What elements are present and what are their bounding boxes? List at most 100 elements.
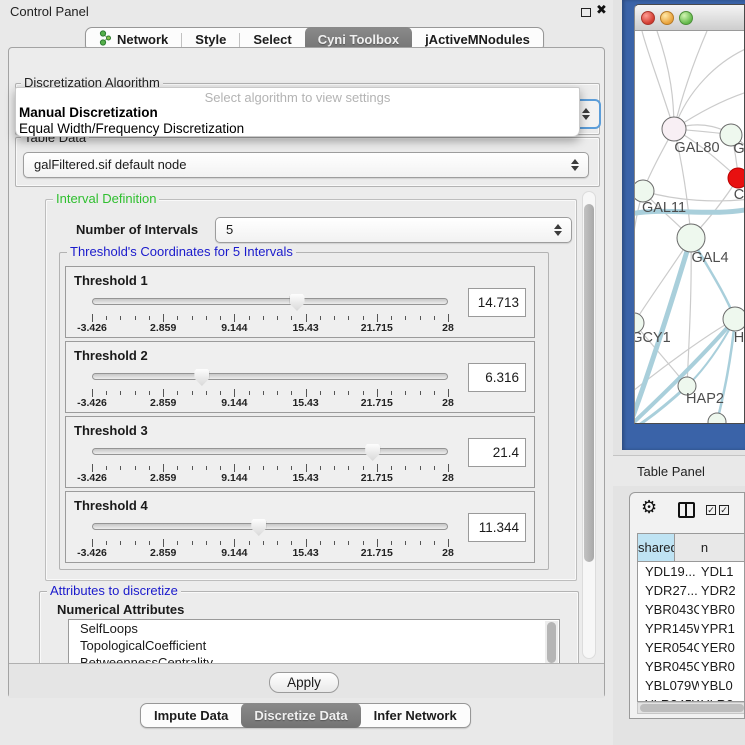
dropdown-option-manual[interactable]: Manual Discretization [16, 105, 579, 121]
table-cell: YLR3 [699, 695, 745, 702]
table-cell: YPR145W [638, 619, 699, 638]
tab-impute-data[interactable]: Impute Data [141, 703, 241, 728]
table-rows: YDL19...YDL1YDR27...YDR2YBR043CYBR0YPR14… [638, 562, 745, 702]
column-header-shared-name[interactable]: shared... [638, 534, 675, 561]
tab-discretize-data[interactable]: Discretize Data [241, 703, 360, 728]
attribute-item[interactable]: TopologicalCoefficient [69, 637, 559, 654]
attribute-item[interactable]: SelfLoops [69, 620, 559, 637]
tab-label: Infer Network [374, 708, 457, 723]
close-traffic-light-icon[interactable] [641, 11, 655, 25]
interval-groupbox: Number of Intervals 5 Threshold's Coordi… [45, 199, 577, 581]
scrollbar-thumb[interactable] [547, 622, 556, 663]
table-cell: YER054C [638, 638, 699, 657]
slider-scale-labels: -3.4262.8599.14415.4321.71528 [92, 547, 448, 559]
scrollbar-thumb[interactable] [584, 204, 594, 562]
node-label: GAL80 [674, 140, 719, 156]
network-node[interactable] [677, 224, 705, 252]
settings-scrollbar[interactable] [582, 191, 596, 659]
minimize-traffic-light-icon[interactable] [660, 11, 674, 25]
network-node[interactable] [662, 117, 686, 141]
dropdown-placeholder: Select algorithm to view settings [16, 88, 579, 105]
attribute-item[interactable]: BetweennessCentrality [69, 654, 559, 663]
table-row[interactable]: YBR045CYBR0 [638, 657, 745, 676]
apply-button[interactable]: Apply [269, 672, 339, 693]
float-icon[interactable] [581, 8, 591, 17]
columns-icon[interactable] [678, 502, 695, 518]
number-of-intervals-label: Number of Intervals [76, 222, 198, 237]
cyni-toolbox-panel: Discretization Algorithm Select algorith… [8, 47, 605, 698]
node-label: G. [733, 141, 745, 157]
threshold-label: Threshold 4 [74, 498, 148, 513]
slider-thumb[interactable] [194, 369, 209, 386]
stepper-icon [571, 159, 579, 171]
threshold-value-field[interactable]: 6.316 [468, 363, 526, 392]
table-row[interactable]: YER054CYER0 [638, 638, 745, 657]
network-node[interactable] [723, 307, 745, 331]
gear-icon[interactable]: ⚙ [641, 497, 657, 518]
threshold-label: Threshold 1 [74, 273, 148, 288]
scrollbar-thumb[interactable] [640, 704, 744, 712]
table-row[interactable]: YLR345WYLR3 [638, 695, 745, 702]
slider-ticks [92, 539, 448, 547]
table-cell: YBL0 [699, 676, 745, 695]
network-node[interactable] [728, 168, 745, 188]
table-cell: YDR2 [699, 581, 745, 600]
table-row[interactable]: YBL079WYBL0 [638, 676, 745, 695]
table-cell: YPR1 [699, 619, 745, 638]
threshold-label: Threshold 2 [74, 348, 148, 363]
network-node[interactable] [708, 413, 726, 424]
network-canvas[interactable]: GAL80G.CGAL11GAL4GCY1HHAP2 [635, 31, 745, 424]
close-icon[interactable]: ✖ [596, 2, 607, 18]
network-window-titlebar[interactable] [635, 5, 745, 31]
cyni-mode-tab-bar: Impute Data Discretize Data Infer Networ… [140, 703, 471, 728]
numerical-attributes-list[interactable]: SelfLoopsTopologicalCoefficientBetweenne… [68, 619, 560, 663]
checkbox-icon[interactable]: ✓ [706, 505, 716, 515]
algorithm-dropdown-popup: Select algorithm to view settings Manual… [15, 87, 580, 137]
dropdown-option-equal-width[interactable]: Equal Width/Frequency Discretization [16, 121, 579, 137]
zoom-traffic-light-icon[interactable] [679, 11, 693, 25]
table-cell: YBR0 [699, 600, 745, 619]
slider-track[interactable] [92, 373, 448, 380]
threshold-value-field[interactable]: 11.344 [468, 513, 526, 542]
threshold-value-field[interactable]: 14.713 [468, 288, 526, 317]
threshold-value-field[interactable]: 21.4 [468, 438, 526, 467]
network-nodes: GAL80G.CGAL11GAL4GCY1HHAP2 [635, 117, 745, 424]
table-row[interactable]: YDR27...YDR2 [638, 581, 745, 600]
table-row[interactable]: YBR043CYBR0 [638, 600, 745, 619]
tab-label: Network [117, 32, 168, 47]
slider-thumb[interactable] [290, 294, 305, 311]
node-label: HAP2 [686, 391, 724, 407]
table-cell: YBR0 [699, 657, 745, 676]
checkbox-icon[interactable]: ✓ [719, 505, 729, 515]
control-panel: Control Panel ✖ Network Style Select Cyn… [0, 0, 613, 745]
slider-track[interactable] [92, 298, 448, 305]
number-of-intervals-combobox[interactable]: 5 [215, 217, 572, 243]
table-data-combobox[interactable]: galFiltered.sif default node [23, 152, 589, 178]
tab-label: Discretize Data [254, 708, 347, 723]
tab-infer-network[interactable]: Infer Network [361, 703, 470, 728]
slider-scale-labels: -3.4262.8599.14415.4321.71528 [92, 397, 448, 409]
table-row[interactable]: YPR145WYPR1 [638, 619, 745, 638]
tab-label: jActiveMNodules [425, 32, 530, 47]
stepper-icon [554, 224, 562, 236]
number-of-intervals-value: 5 [226, 222, 233, 237]
slider-thumb[interactable] [251, 519, 266, 536]
table-horizontal-scrollbar[interactable] [637, 702, 745, 714]
column-header-name[interactable]: n [675, 534, 745, 561]
node-label: C [734, 187, 744, 203]
node-label: H [734, 330, 744, 346]
settings-scroll-area: Interval Definition Number of Intervals … [15, 189, 599, 663]
right-panel: GAL80G.CGAL11GAL4GCY1HHAP2 Table Panel ⚙… [613, 0, 745, 745]
attributes-groupbox: Numerical Attributes SelfLoopsTopologica… [39, 591, 579, 663]
network-node[interactable] [635, 180, 654, 202]
slider-thumb[interactable] [365, 444, 380, 461]
slider-track[interactable] [92, 448, 448, 455]
attributes-group-label: Attributes to discretize [47, 583, 181, 598]
slider-track[interactable] [92, 523, 448, 530]
list-scrollbar[interactable] [545, 621, 558, 663]
table-row[interactable]: YDL19...YDL1 [638, 562, 745, 581]
table-header-row: shared... n [638, 534, 745, 562]
numerical-attributes-label: Numerical Attributes [57, 602, 184, 617]
table-cell: YBR043C [638, 600, 699, 619]
node-label: GAL11 [642, 200, 686, 216]
